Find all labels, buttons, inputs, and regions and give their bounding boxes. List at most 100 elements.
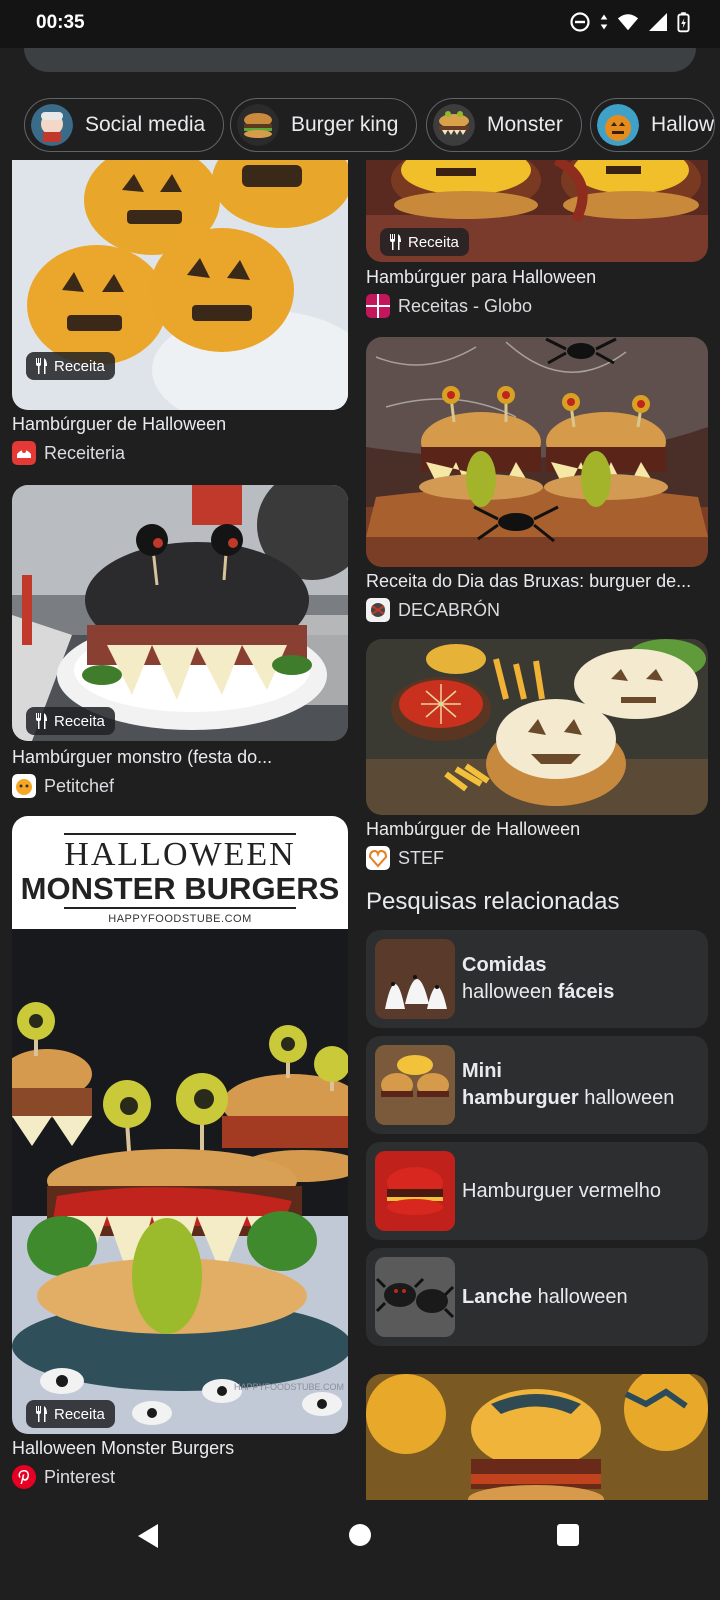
fork-knife-icon xyxy=(36,713,47,729)
recipe-badge: Receita xyxy=(26,707,115,735)
pin-feed: Receita Hambúrguer de Halloween Receiter… xyxy=(0,160,720,1500)
source-name: Receitas - Globo xyxy=(398,295,533,316)
pin-card[interactable]: Receita Hambúrguer monstro (festa do... … xyxy=(12,485,348,805)
pin-card[interactable]: HALLOWEEN MONSTER BURGERS HAPPYFOODSTUBE… xyxy=(12,816,348,1496)
chip-label: Social media xyxy=(85,113,206,136)
related-normal: halloween xyxy=(462,981,553,1003)
recents-icon[interactable] xyxy=(557,1524,579,1546)
suggestion-chips: Social media Burger king Monster Hallow xyxy=(0,94,720,152)
home-icon[interactable] xyxy=(349,1524,371,1546)
related-search-item[interactable]: Comidas halloween fáceis xyxy=(366,930,708,1028)
pin-image[interactable] xyxy=(366,1374,708,1500)
related-bold: Lanche xyxy=(462,1285,533,1308)
related-text: Comidas halloween fáceis xyxy=(462,930,698,1028)
image-heading-line2: MONSTER BURGERS xyxy=(20,871,340,906)
related-thumb xyxy=(375,939,455,1019)
social-media-thumb xyxy=(31,104,73,146)
monster-thumb xyxy=(433,104,475,146)
data-arrows-icon xyxy=(600,14,608,30)
source-name: Receiteria xyxy=(44,442,126,463)
pin-image[interactable]: Receita xyxy=(12,160,348,410)
do-not-disturb-icon xyxy=(570,12,590,32)
related-normal: Hamburguer vermelho xyxy=(462,1179,661,1202)
related-search-item[interactable]: Lanche halloween xyxy=(366,1248,708,1346)
pin-title[interactable]: Hambúrguer monstro (festa do... xyxy=(12,747,348,768)
pin-image[interactable]: Receita xyxy=(12,485,348,741)
back-icon[interactable] xyxy=(136,1522,160,1550)
related-thumb xyxy=(375,1257,455,1337)
image-heading-line1: HALLOWEEN xyxy=(64,836,296,873)
burger-king-thumb xyxy=(237,104,279,146)
chip-label: Burger king xyxy=(291,113,399,136)
source-name: Pinterest xyxy=(44,1466,116,1487)
related-bold: Comidas xyxy=(462,954,547,976)
chip-social-media[interactable]: Social media xyxy=(24,98,225,152)
status-icons xyxy=(569,11,690,33)
chip-monster[interactable]: Monster xyxy=(426,98,582,152)
pin-image[interactable] xyxy=(366,639,708,815)
wifi-icon xyxy=(617,14,639,31)
pin-source[interactable]: Pinterest xyxy=(12,1465,115,1489)
pin-image[interactable]: Receita xyxy=(366,160,708,262)
petitchef-logo-icon xyxy=(12,774,36,798)
related-searches-heading: Pesquisas relacionadas xyxy=(366,888,620,915)
battery-icon xyxy=(677,12,690,33)
pin-source[interactable]: Receiteria xyxy=(12,441,125,465)
recipe-badge-label: Receita xyxy=(408,233,459,251)
image-watermark: HAPPYFOODSTUBE.COM xyxy=(233,1382,344,1392)
pin-source[interactable]: Receitas - Globo xyxy=(366,294,532,318)
pin-title[interactable]: Hambúrguer de Halloween xyxy=(12,414,348,435)
pin-title[interactable]: Halloween Monster Burgers xyxy=(12,1438,348,1459)
related-text: Mini hamburguer halloween xyxy=(462,1036,698,1134)
fork-knife-icon xyxy=(390,234,401,250)
status-time: 00:35 xyxy=(36,12,85,33)
pinterest-logo-icon xyxy=(12,1465,36,1489)
image-site-label: HAPPYFOODSTUBE.COM xyxy=(108,913,252,925)
related-search-item[interactable]: Mini hamburguer halloween xyxy=(366,1036,708,1134)
related-thumb xyxy=(375,1045,455,1125)
pin-source[interactable]: Petitchef xyxy=(12,774,114,798)
halloween-thumb xyxy=(597,104,639,146)
recipe-badge: Receita xyxy=(26,1400,115,1428)
pin-source[interactable]: DECABRÓN xyxy=(366,598,500,622)
pin-card[interactable]: Receita Hambúrguer para Halloween Receit… xyxy=(366,160,708,325)
fork-knife-icon xyxy=(36,358,47,374)
fork-knife-icon xyxy=(36,1406,47,1422)
related-text: Hamburguer vermelho xyxy=(462,1142,698,1240)
pin-card[interactable]: Receita do Dia das Bruxas: burguer de...… xyxy=(366,337,708,627)
related-normal: halloween xyxy=(584,1087,675,1109)
status-bar: 00:35 xyxy=(0,0,720,48)
pin-card[interactable] xyxy=(366,1374,708,1500)
recipe-badge: Receita xyxy=(26,352,115,380)
stef-logo-icon xyxy=(366,846,390,870)
pin-card[interactable]: Hambúrguer de Halloween STEF xyxy=(366,639,708,875)
chip-halloween[interactable]: Hallow xyxy=(590,98,716,152)
decabron-logo-icon xyxy=(366,598,390,622)
chip-label: Hallow xyxy=(651,113,715,136)
pin-title[interactable]: Hambúrguer para Halloween xyxy=(366,267,708,288)
pin-title[interactable]: Hambúrguer de Halloween xyxy=(366,819,708,840)
related-bold: fáceis xyxy=(557,981,615,1003)
source-name: DECABRÓN xyxy=(398,599,501,620)
recipe-badge-label: Receita xyxy=(54,712,105,730)
chip-burger-king[interactable]: Burger king xyxy=(230,98,418,152)
globo-logo-icon xyxy=(366,294,390,318)
related-bold: Mini xyxy=(462,1060,502,1082)
receiteria-logo-icon xyxy=(12,441,36,465)
signal-icon xyxy=(649,13,667,31)
pin-title[interactable]: Receita do Dia das Bruxas: burguer de... xyxy=(366,571,708,592)
related-thumb xyxy=(375,1151,455,1231)
related-bold: hamburguer xyxy=(462,1087,579,1109)
related-normal: halloween xyxy=(537,1285,628,1308)
chip-label: Monster xyxy=(487,113,563,136)
pin-source[interactable]: STEF xyxy=(366,846,444,870)
recipe-badge: Receita xyxy=(380,228,469,256)
pin-card[interactable]: Receita Hambúrguer de Halloween Receiter… xyxy=(12,160,348,470)
source-name: Petitchef xyxy=(44,775,115,796)
pin-image[interactable] xyxy=(366,337,708,567)
recipe-badge-label: Receita xyxy=(54,1405,105,1423)
recipe-badge-label: Receita xyxy=(54,357,105,375)
source-name: STEF xyxy=(398,847,445,868)
related-search-item[interactable]: Hamburguer vermelho xyxy=(366,1142,708,1240)
pin-image[interactable]: HALLOWEEN MONSTER BURGERS HAPPYFOODSTUBE… xyxy=(12,816,348,1434)
